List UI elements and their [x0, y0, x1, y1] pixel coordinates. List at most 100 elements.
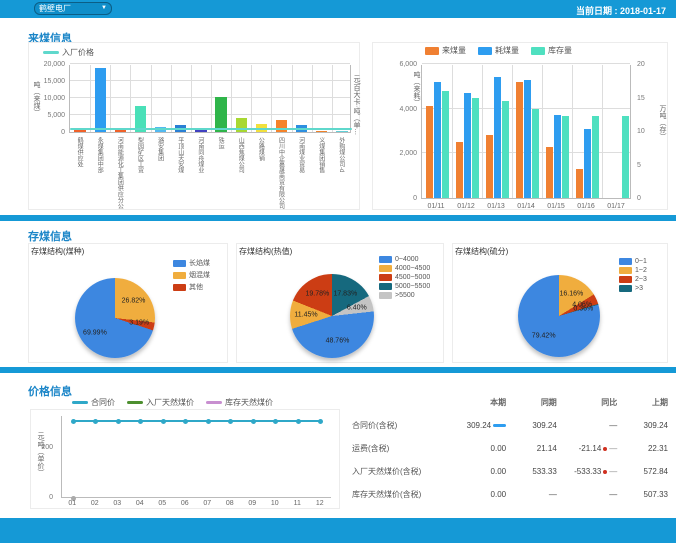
table-header-上期: 上期: [617, 397, 668, 408]
plant-selector-dropdown[interactable]: 鹤壁电厂 ▼: [34, 2, 112, 15]
dashboard: 鹤壁电厂 ▼ 当前日期 : 2018-01-17 来煤信息 入厂价格 吨（来煤）…: [0, 0, 676, 543]
cell-previous: 22.31: [617, 444, 668, 453]
section-coal-in-right: 来煤量耗煤量库存量 吨（来耗） 万吨（存） 02,0004,0006,000 0…: [372, 18, 668, 215]
price-line-chart: 元/吨（单价） 0200 010203040506070809101112: [30, 409, 340, 509]
table-header-row: 本期同期同比上期: [352, 391, 668, 414]
legend-label: 来煤量: [442, 45, 466, 56]
pie-slice-label: 16.16%: [559, 290, 583, 297]
legend-item-2~3[interactable]: 2~3: [619, 276, 647, 283]
pie-slice-label: 11.45%: [294, 312, 317, 319]
legend-item-0~4000[interactable]: 0~4000: [379, 256, 430, 263]
legend-item->5500[interactable]: >5500: [379, 292, 430, 299]
gridline: [312, 65, 313, 132]
legend-item-来煤量[interactable]: 来煤量: [425, 45, 466, 56]
point-合同价: [183, 419, 188, 424]
decrease-dot-icon: [603, 447, 607, 451]
bar-库存量-01/12: [472, 98, 479, 199]
table-row: 入厂天然煤价(含税)0.00533.33-533.33—572.84: [352, 460, 668, 483]
legend-label: 0~1: [635, 258, 647, 265]
legend-item-4000~4500[interactable]: 4000~4500: [379, 265, 430, 272]
cell-previous: 507.33: [617, 490, 668, 499]
legend-item-入厂价格[interactable]: 入厂价格: [43, 47, 94, 58]
gridline: [130, 65, 131, 132]
bar-外购煤公司-d: [336, 131, 347, 132]
bar-库存量-01/16: [592, 116, 599, 198]
point-合同价: [206, 419, 211, 424]
cell-same-period: 21.14: [506, 444, 557, 453]
legend-label: 0~4000: [395, 256, 419, 263]
point-合同价: [273, 419, 278, 424]
legend-label: 合同价: [91, 397, 115, 408]
gridline: [452, 65, 453, 198]
legend-item-1~2[interactable]: 1~2: [619, 267, 647, 274]
legend-item-其他[interactable]: 其他: [173, 282, 210, 292]
daily-chart-y2-axis-label: 万吨（存）: [657, 105, 667, 140]
legend-item-入厂天然煤价[interactable]: 入厂天然煤价: [127, 397, 194, 408]
supplier-chart-plot: [69, 65, 351, 133]
bar-来煤量-01/11: [426, 106, 433, 198]
legend-item-长焰煤[interactable]: 长焰煤: [173, 258, 210, 268]
pie-sulfur: 存煤结构(硫分)79.42%16.16%4.06%0.36%0~11~22~3>…: [452, 243, 668, 363]
legend-swatch-icon: [379, 256, 392, 263]
row-label: 库存天然煤价(含税): [352, 489, 455, 500]
legend-label: 1~2: [635, 267, 647, 274]
legend-swatch-icon: [619, 285, 632, 292]
legend-label: 4500~5000: [395, 274, 430, 281]
gridline: [171, 65, 172, 132]
legend-item-耗煤量[interactable]: 耗煤量: [478, 45, 519, 56]
legend-swatch-icon: [206, 401, 222, 404]
row-label: 合同价(含税): [352, 420, 455, 431]
y-tick: 0: [387, 195, 417, 202]
legend-item-0~1[interactable]: 0~1: [619, 258, 647, 265]
legend-swatch-icon: [379, 265, 392, 272]
cell-same-period: 533.33: [506, 467, 557, 476]
x-label: 永煤集团中部: [95, 137, 104, 173]
bar-铁运: [215, 97, 226, 132]
legend-label: 耗煤量: [495, 45, 519, 56]
legend-label: 5000~5500: [395, 283, 430, 290]
pie-graphic[interactable]: [75, 278, 155, 358]
cell-yoy: -21.14—: [557, 444, 617, 453]
gridline: [292, 65, 293, 132]
pie-graphic[interactable]: [518, 275, 600, 357]
x-label: 11: [286, 500, 309, 507]
x-label: 01/14: [511, 203, 541, 210]
cell-same-period: —: [506, 490, 557, 499]
legend-item->3[interactable]: >3: [619, 285, 647, 292]
x-label: 02: [84, 500, 107, 507]
bar-来煤量-01/12: [456, 142, 463, 198]
legend-item-烟混煤[interactable]: 烟混煤: [173, 270, 210, 280]
legend-item-库存量[interactable]: 库存量: [531, 45, 572, 56]
legend-item-5000~5500[interactable]: 5000~5500: [379, 283, 430, 290]
table-header-同比: 同比: [557, 397, 617, 408]
yoy-value: —: [609, 421, 617, 430]
x-label: 01/13: [481, 203, 511, 210]
legend-label: 入厂天然煤价: [146, 397, 194, 408]
table-header-同期: 同期: [506, 397, 557, 408]
x-label: 07: [196, 500, 219, 507]
section-storage: 存煤信息 存煤结构(煤种)69.99%26.82%3.19%长焰煤烟混煤其他 存…: [0, 221, 676, 367]
x-label: 09: [241, 500, 264, 507]
daily-bar-chart: 来煤量耗煤量库存量 吨（来耗） 万吨（存） 02,0004,0006,000 0…: [372, 42, 668, 210]
bar-四川中企嘉晟商贸有限公司-d: [276, 120, 287, 132]
x-label: 01: [61, 500, 84, 507]
gridline: [512, 65, 513, 198]
y-tick: 0: [25, 494, 53, 501]
bar-库存量-01/14: [532, 109, 539, 198]
x-label: 06: [174, 500, 197, 507]
x-label: 河南能源化工集团供应分公司-d: [115, 137, 124, 209]
x-label: 01/16: [571, 203, 601, 210]
legend-item-4500~5000[interactable]: 4500~5000: [379, 274, 430, 281]
legend-label: 库存天然煤价: [225, 397, 273, 408]
legend-item-库存天然煤价[interactable]: 库存天然煤价: [206, 397, 273, 408]
point-合同价: [116, 419, 121, 424]
gridline: [271, 65, 272, 132]
yoy-value: —: [609, 490, 617, 499]
legend-label: >5500: [395, 292, 415, 299]
legend-item-合同价[interactable]: 合同价: [72, 397, 115, 408]
point-合同价: [251, 419, 256, 424]
bar-耗煤量-01/14: [524, 80, 531, 198]
legend-swatch-icon: [619, 258, 632, 265]
x-label: 12: [309, 500, 332, 507]
supplier-chart-y2-axis-label: 元/百大卡·吨（单…: [351, 75, 361, 135]
